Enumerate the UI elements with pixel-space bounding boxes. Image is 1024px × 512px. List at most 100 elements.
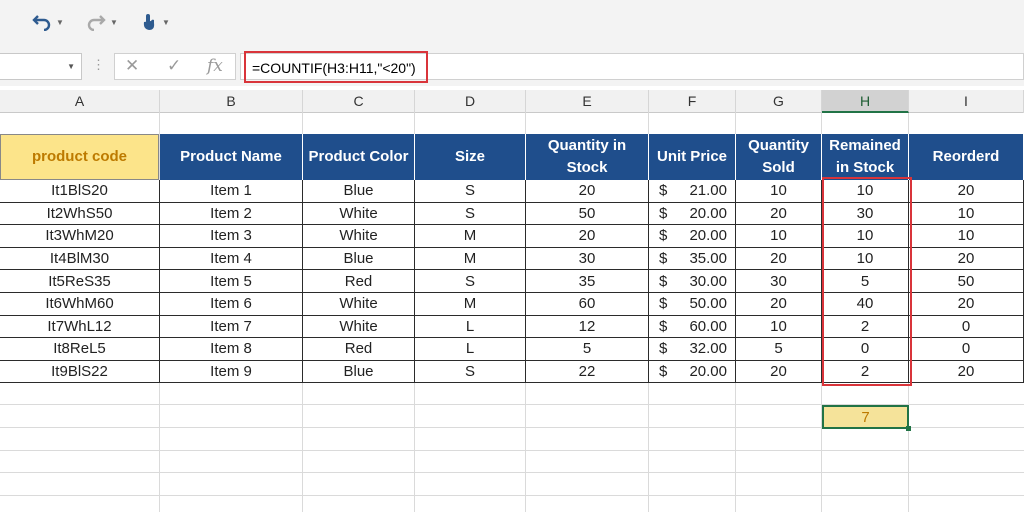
cell-product-name[interactable]: Item 1 xyxy=(160,180,303,203)
cell-quantity-sold[interactable]: 10 xyxy=(736,225,822,248)
grip-icon[interactable]: ⋮ xyxy=(92,57,105,73)
header-reorderd[interactable]: Reorderd xyxy=(909,134,1024,180)
cell-product-code[interactable]: It5ReS35 xyxy=(0,270,160,293)
cell-quantity-sold[interactable]: 5 xyxy=(736,338,822,361)
cell-size[interactable]: M xyxy=(415,293,526,316)
column-header-a[interactable]: A xyxy=(0,90,160,113)
cell-reorderd[interactable]: 20 xyxy=(909,247,1024,271)
cell-reorderd[interactable]: 50 xyxy=(909,270,1024,293)
cell-product-code[interactable]: It8ReL5 xyxy=(0,338,160,361)
cell-product-name[interactable]: Item 8 xyxy=(160,338,303,361)
cell-product-name[interactable]: Item 9 xyxy=(160,360,303,384)
column-header-f[interactable]: F xyxy=(649,90,736,113)
header-product-name[interactable]: Product Name xyxy=(160,134,303,180)
cell-size[interactable]: L xyxy=(415,315,526,339)
cell-size[interactable]: S xyxy=(415,202,526,226)
cell-product-name[interactable]: Item 7 xyxy=(160,315,303,339)
cell-product-code[interactable]: It7WhL12 xyxy=(0,315,160,339)
cancel-icon[interactable]: ✕ xyxy=(125,56,139,76)
cell-quantity-sold[interactable]: 20 xyxy=(736,202,822,226)
cell-product-color[interactable]: Red xyxy=(303,270,415,293)
formula-text[interactable]: =COUNTIF(H3:H11,"<20") xyxy=(244,51,428,83)
cell-unit-price[interactable]: $20.00 xyxy=(649,225,736,248)
cell-quantity-in-stock[interactable]: 60 xyxy=(526,293,649,316)
cell-product-color[interactable]: Blue xyxy=(303,360,415,384)
cell-reorderd[interactable]: 10 xyxy=(909,225,1024,248)
cell-size[interactable]: S xyxy=(415,180,526,203)
cell-reorderd[interactable]: 20 xyxy=(909,293,1024,316)
cell-quantity-in-stock[interactable]: 20 xyxy=(526,180,649,203)
cell-quantity-in-stock[interactable]: 5 xyxy=(526,338,649,361)
cell-size[interactable]: M xyxy=(415,247,526,271)
cell-product-color[interactable]: White xyxy=(303,225,415,248)
cell-quantity-in-stock[interactable]: 30 xyxy=(526,247,649,271)
header-remained-in-stock[interactable]: Remained in Stock xyxy=(822,134,909,180)
cell-unit-price[interactable]: $32.00 xyxy=(649,338,736,361)
cell-product-name[interactable]: Item 6 xyxy=(160,293,303,316)
cell-quantity-in-stock[interactable]: 12 xyxy=(526,315,649,339)
enter-icon[interactable]: ✓ xyxy=(167,56,181,76)
cell-product-code[interactable]: It3WhM20 xyxy=(0,225,160,248)
cell-product-color[interactable]: White xyxy=(303,315,415,339)
chevron-down-icon[interactable]: ▼ xyxy=(67,62,75,71)
header-quantity-sold[interactable]: Quantity Sold xyxy=(736,134,822,180)
undo-button[interactable]: ▼ xyxy=(32,10,64,34)
column-header-d[interactable]: D xyxy=(415,90,526,113)
cell-product-name[interactable]: Item 3 xyxy=(160,225,303,248)
header-size[interactable]: Size xyxy=(415,134,526,180)
cell-unit-price[interactable]: $35.00 xyxy=(649,247,736,271)
cell-unit-price[interactable]: $30.00 xyxy=(649,270,736,293)
cell-reorderd[interactable]: 0 xyxy=(909,315,1024,339)
cell-quantity-sold[interactable]: 10 xyxy=(736,180,822,203)
cell-product-color[interactable]: Red xyxy=(303,338,415,361)
cell-product-code[interactable]: It4BlM30 xyxy=(0,247,160,271)
cell-unit-price[interactable]: $50.00 xyxy=(649,293,736,316)
cell-product-name[interactable]: Item 4 xyxy=(160,247,303,271)
cell-product-color[interactable]: Blue xyxy=(303,247,415,271)
cell-quantity-sold[interactable]: 20 xyxy=(736,293,822,316)
cell-reorderd[interactable]: 20 xyxy=(909,360,1024,384)
cell-size[interactable]: S xyxy=(415,360,526,384)
cell-quantity-sold[interactable]: 10 xyxy=(736,315,822,339)
cell-product-code[interactable]: It1BlS20 xyxy=(0,180,160,203)
cell-unit-price[interactable]: $20.00 xyxy=(649,360,736,384)
header-unit-price[interactable]: Unit Price xyxy=(649,134,736,180)
cell-product-code[interactable]: It6WhM60 xyxy=(0,293,160,316)
column-header-i[interactable]: I xyxy=(909,90,1024,113)
cell-product-code[interactable]: It9BlS22 xyxy=(0,360,160,384)
cell-reorderd[interactable]: 20 xyxy=(909,180,1024,203)
cell-quantity-sold[interactable]: 20 xyxy=(736,247,822,271)
cell-quantity-sold[interactable]: 30 xyxy=(736,270,822,293)
column-header-g[interactable]: G xyxy=(736,90,822,113)
cell-unit-price[interactable]: $60.00 xyxy=(649,315,736,339)
cell-quantity-in-stock[interactable]: 22 xyxy=(526,360,649,384)
header-product-code[interactable]: product code xyxy=(0,134,159,180)
result-cell[interactable]: 7 xyxy=(822,405,909,429)
name-box[interactable]: ▼ xyxy=(0,53,82,80)
cell-unit-price[interactable]: $20.00 xyxy=(649,202,736,226)
cell-quantity-in-stock[interactable]: 35 xyxy=(526,270,649,293)
cell-quantity-in-stock[interactable]: 20 xyxy=(526,225,649,248)
cell-reorderd[interactable]: 10 xyxy=(909,202,1024,226)
cell-quantity-in-stock[interactable]: 50 xyxy=(526,202,649,226)
fill-handle[interactable] xyxy=(906,426,911,431)
cell-product-code[interactable]: It2WhS50 xyxy=(0,202,160,226)
insert-function-icon[interactable]: fx xyxy=(207,56,223,76)
cell-product-color[interactable]: White xyxy=(303,202,415,226)
cell-size[interactable]: L xyxy=(415,338,526,361)
column-header-b[interactable]: B xyxy=(160,90,303,113)
cell-product-name[interactable]: Item 2 xyxy=(160,202,303,226)
header-product-color[interactable]: Product Color xyxy=(303,134,415,180)
column-header-e[interactable]: E xyxy=(526,90,649,113)
cell-product-color[interactable]: Blue xyxy=(303,180,415,203)
cell-size[interactable]: S xyxy=(415,270,526,293)
cell-unit-price[interactable]: $21.00 xyxy=(649,180,736,203)
cell-quantity-sold[interactable]: 20 xyxy=(736,360,822,384)
header-quantity-in-stock[interactable]: Quantity in Stock xyxy=(526,134,649,180)
column-header-h[interactable]: H xyxy=(822,90,909,113)
redo-button[interactable]: ▼ xyxy=(86,10,118,34)
cell-product-name[interactable]: Item 5 xyxy=(160,270,303,293)
cell-size[interactable]: M xyxy=(415,225,526,248)
touch-mode-button[interactable]: ▼ xyxy=(140,10,170,34)
column-header-c[interactable]: C xyxy=(303,90,415,113)
